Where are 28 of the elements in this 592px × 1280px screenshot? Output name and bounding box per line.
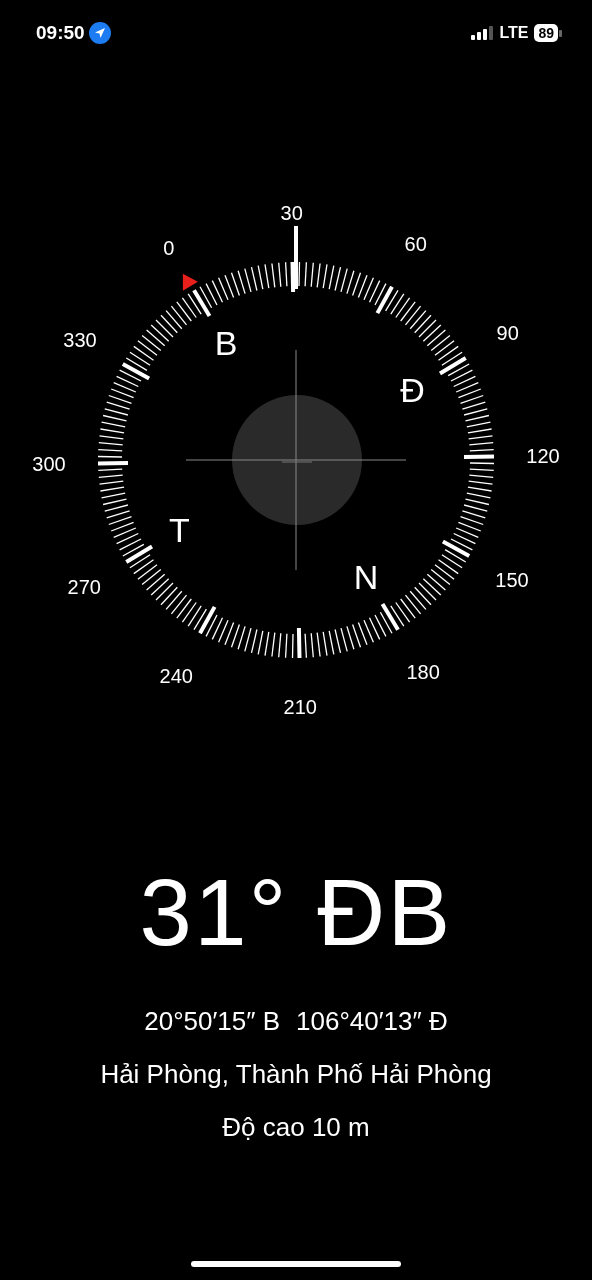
degree-label: 330 <box>63 329 97 352</box>
degree-label: 90 <box>496 321 519 344</box>
battery-level: 89 <box>534 24 558 42</box>
degree-label: 180 <box>406 660 440 683</box>
degree-label: 300 <box>32 453 66 476</box>
degree-label: 60 <box>404 233 427 255</box>
longitude-text: 106°40′13″ Đ <box>296 1005 448 1038</box>
battery-cap-icon <box>559 29 562 37</box>
heading-readout: 31° ĐB <box>139 866 453 960</box>
degree-label: 270 <box>67 576 101 599</box>
latitude-text: 20°50′15″ B <box>144 1005 281 1038</box>
heading-needle <box>294 226 298 289</box>
north-marker-icon <box>182 273 198 291</box>
degree-label: 210 <box>283 696 317 718</box>
degree-label: 120 <box>526 444 560 467</box>
location-text: Hải Phòng, Thành Phố Hải Phòng <box>100 1058 492 1091</box>
network-type: LTE <box>499 23 529 43</box>
clock-time: 09:50 <box>36 20 85 45</box>
degree-label: 0 <box>163 237 175 260</box>
cardinal-letter: N <box>353 557 379 596</box>
cardinal-letter: B <box>214 324 238 363</box>
altitude-text: Độ cao 10 m <box>222 1111 370 1144</box>
cardinal-letter: Đ <box>400 371 425 409</box>
cardinal-letter: T <box>169 511 190 549</box>
degree-label: 240 <box>159 665 193 687</box>
degree-label: 30 <box>280 202 303 224</box>
signal-icon <box>471 26 494 40</box>
degree-label: 150 <box>495 568 529 591</box>
